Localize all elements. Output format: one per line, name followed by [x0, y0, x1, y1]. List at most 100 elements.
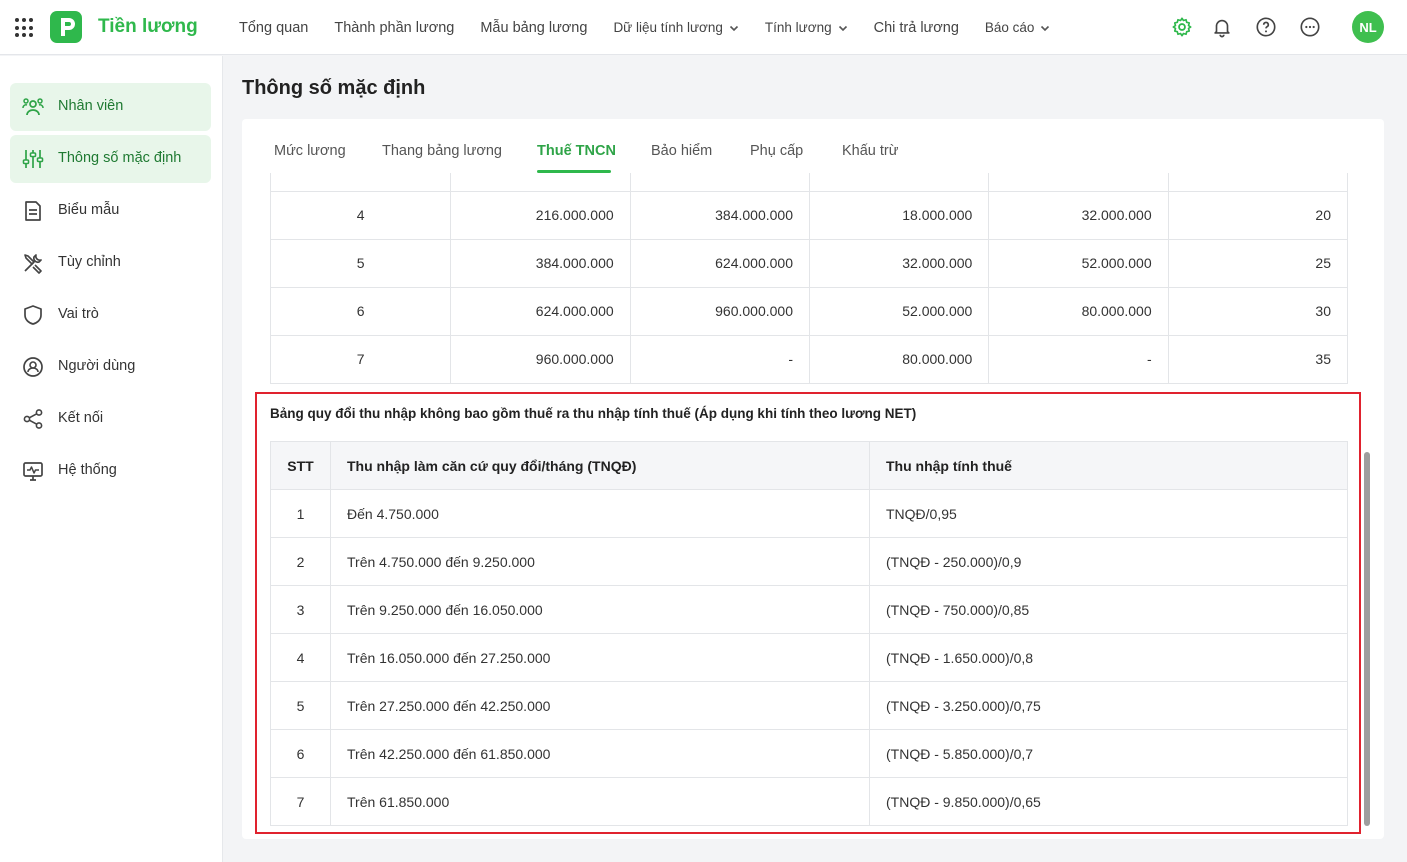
document-icon [25, 201, 41, 221]
nav-label: Tổng quan [239, 19, 309, 36]
sidebar-item-forms[interactable]: Biểu mẫu [10, 187, 211, 235]
column-header-tnqd: Thu nhập làm căn cứ quy đổi/tháng (TNQĐ) [330, 441, 870, 490]
nav-salary-payment[interactable]: Chi trả lương [874, 20, 959, 36]
table-cell: 80.000.000 [808, 334, 990, 384]
table-row: 2 Trên 4.750.000 đến 9.250.000 (TNQĐ - 2… [270, 537, 1348, 586]
sidebar-item-label: Hệ thống [58, 462, 117, 478]
table-row: 7 Trên 61.850.000 (TNQĐ - 9.850.000)/0,6… [270, 777, 1348, 826]
table-row: 5 384.000.000 624.000.000 32.000.000 52.… [269, 238, 1349, 288]
tab-insurance[interactable]: Bảo hiểm [651, 143, 712, 159]
nav-overview[interactable]: Tổng quan [239, 20, 308, 36]
user-circle-icon [23, 357, 43, 377]
more-icon[interactable] [1299, 16, 1321, 38]
net-conversion-table: STT Thu nhập làm căn cứ quy đổi/tháng (T… [270, 441, 1348, 826]
table-row: 1 Đến 4.750.000 TNQĐ/0,95 [270, 489, 1348, 538]
table-cell: 1 [270, 489, 331, 538]
table-cell: 30 [1167, 286, 1349, 336]
table-cell: (TNQĐ - 9.850.000)/0,65 [869, 777, 1348, 826]
table-cell: Trên 42.250.000 đến 61.850.000 [330, 729, 870, 778]
nav-label: Thành phần lương [334, 19, 455, 36]
table-cell: 52.000.000 [988, 238, 1169, 288]
sidebar-item-system[interactable]: Hệ thống [10, 447, 211, 495]
sidebar-item-default-params[interactable]: Thông số mặc định [10, 135, 211, 183]
tab-deductions[interactable]: Khấu trừ [842, 143, 898, 159]
avatar[interactable]: NL [1352, 11, 1384, 43]
sidebar-item-label: Người dùng [58, 358, 136, 374]
table-cell: (TNQĐ - 3.250.000)/0,75 [869, 681, 1348, 730]
table-cell: Trên 61.850.000 [330, 777, 870, 826]
share-icon [23, 409, 43, 429]
gear-icon[interactable] [1171, 16, 1193, 38]
nav-payroll-data[interactable]: Dữ liệu tính lương [613, 20, 738, 35]
table-cell: (TNQĐ - 1.650.000)/0,8 [869, 633, 1348, 682]
tab-content: 4 216.000.000 384.000.000 18.000.000 32.… [242, 173, 1384, 839]
table-cell: 2 [270, 537, 331, 586]
table-cell: 7 [269, 334, 452, 384]
table-row: 5 Trên 27.250.000 đến 42.250.000 (TNQĐ -… [270, 681, 1348, 730]
table-cell: (TNQĐ - 750.000)/0,85 [869, 585, 1348, 634]
conversion-table-caption: Bảng quy đổi thu nhập không bao gồm thuế… [270, 406, 917, 421]
sidebar-item-label: Tùy chỉnh [58, 254, 121, 270]
chevron-down-icon [1041, 25, 1050, 31]
nav-payroll-templates[interactable]: Mẫu bảng lương [480, 20, 587, 36]
tab-bar: Mức lương Thang bảng lương Thuế TNCN Bảo… [242, 119, 1384, 173]
chevron-down-icon [838, 25, 847, 31]
sidebar-item-users[interactable]: Người dùng [10, 343, 211, 391]
table-cell: 624.000.000 [450, 286, 631, 336]
app-title[interactable]: Tiền lương [98, 16, 198, 38]
sidebar-item-label: Thông số mặc định [58, 150, 182, 166]
settings-card: Mức lương Thang bảng lương Thuế TNCN Bảo… [242, 119, 1384, 839]
help-icon[interactable] [1255, 16, 1277, 38]
top-header: Tiền lương Tổng quan Thành phần lương Mẫ… [0, 0, 1407, 55]
sidebar-item-label: Kết nối [58, 410, 104, 426]
app-logo[interactable] [50, 11, 82, 43]
tab-allowance[interactable]: Phụ cấp [750, 143, 803, 159]
table-cell: 32.000.000 [808, 238, 990, 288]
table-cell: 25 [1167, 238, 1349, 288]
nav-label: Báo cáo [984, 20, 1035, 35]
sidebar-item-label: Vai trò [58, 306, 99, 322]
table-cell: 5 [270, 681, 331, 730]
table-cell: 32.000.000 [988, 190, 1169, 240]
bell-icon[interactable] [1211, 16, 1233, 38]
sidebar-item-label: Nhân viên [58, 98, 124, 114]
nav-salary-components[interactable]: Thành phần lương [334, 20, 454, 36]
nav-reports[interactable]: Báo cáo [985, 20, 1051, 35]
table-cell: 6 [270, 729, 331, 778]
table-cell: 960.000.000 [629, 286, 810, 336]
sliders-icon [22, 150, 44, 168]
sidebar-item-employees[interactable]: Nhân viên [10, 83, 211, 131]
shield-icon [24, 305, 42, 325]
column-header-taxable-income: Thu nhập tính thuế [869, 441, 1348, 490]
table-cell: 960.000.000 [450, 334, 631, 384]
table-cell: 52.000.000 [808, 286, 990, 336]
tab-salary-scale[interactable]: Thang bảng lương [382, 143, 502, 159]
column-header-stt: STT [270, 441, 331, 490]
table-cell: - [629, 334, 810, 384]
tab-salary-level[interactable]: Mức lương [274, 143, 346, 159]
table-cell: (TNQĐ - 250.000)/0,9 [869, 537, 1348, 586]
nav-label: Dữ liệu tính lương [613, 20, 723, 35]
table-cell: Trên 27.250.000 đến 42.250.000 [330, 681, 870, 730]
table-cell: Trên 9.250.000 đến 16.050.000 [330, 585, 870, 634]
sidebar-item-customize[interactable]: Tùy chỉnh [10, 239, 211, 287]
nav-calculate-salary[interactable]: Tính lương [765, 20, 848, 35]
table-cell: 5 [269, 238, 452, 288]
nav-label: Chi trả lương [873, 19, 959, 36]
top-nav: Tổng quan Thành phần lương Mẫu bảng lươn… [239, 0, 1076, 55]
table-cell: - [988, 334, 1169, 384]
table-row: 7 960.000.000 - 80.000.000 - 35 [269, 334, 1349, 384]
sidebar-item-connections[interactable]: Kết nối [10, 395, 211, 443]
apps-grid-icon[interactable] [15, 18, 35, 38]
table-cell: 20 [1167, 190, 1349, 240]
tab-personal-income-tax[interactable]: Thuế TNCN [537, 143, 616, 159]
table-cell: Đến 4.750.000 [330, 489, 870, 538]
sidebar-item-label: Biểu mẫu [58, 202, 120, 218]
tax-bracket-table: 4 216.000.000 384.000.000 18.000.000 32.… [269, 173, 1349, 384]
table-row: 3 Trên 9.250.000 đến 16.050.000 (TNQĐ - … [270, 585, 1348, 634]
table-cell: TNQĐ/0,95 [869, 489, 1348, 538]
vertical-scrollbar[interactable] [1364, 452, 1370, 826]
table-cell: 384.000.000 [629, 190, 810, 240]
sidebar-item-roles[interactable]: Vai trò [10, 291, 211, 339]
table-cell: 6 [269, 286, 452, 336]
